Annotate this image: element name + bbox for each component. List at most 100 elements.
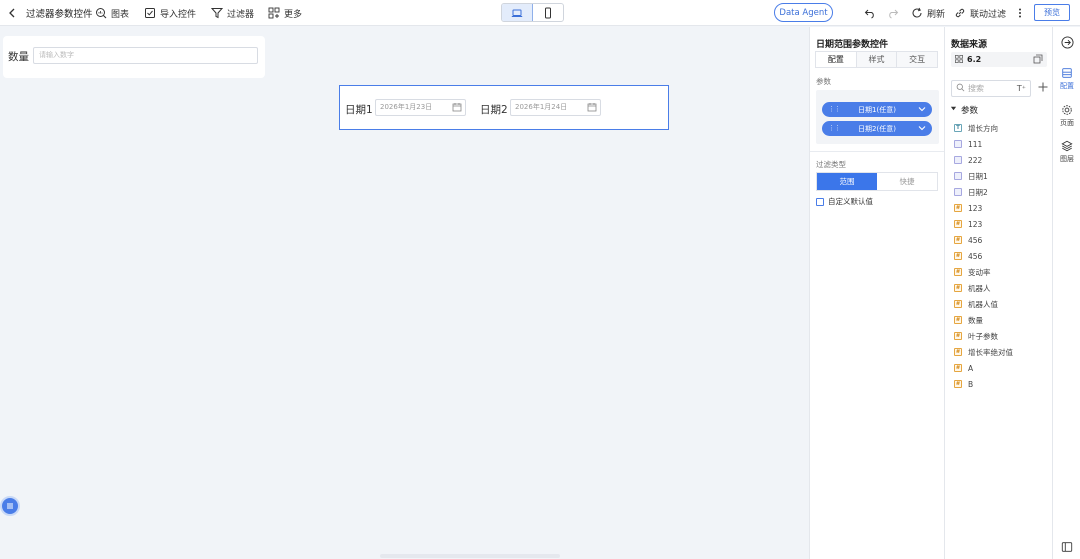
text-type-icon[interactable]: T⁺ xyxy=(1017,84,1026,93)
data-agent-button[interactable]: Data Agent xyxy=(774,3,833,22)
date2-picker[interactable]: 2026年1月24日 xyxy=(510,99,601,116)
gear-icon xyxy=(1062,105,1072,115)
field-item[interactable]: 日期2 xyxy=(954,186,988,198)
field-item[interactable]: #456 xyxy=(954,250,982,262)
back-button[interactable] xyxy=(6,0,18,26)
field-search-input[interactable]: 搜索 T⁺ xyxy=(951,80,1031,97)
refresh-button[interactable]: 刷新 xyxy=(911,0,945,26)
field-item-label: 数量 xyxy=(968,315,983,325)
field-item[interactable]: # 数量 xyxy=(954,314,983,326)
dataset-selector[interactable]: 6.2 xyxy=(951,52,1047,67)
desktop-view-button[interactable] xyxy=(502,4,533,21)
chart-button-label: 图表 xyxy=(111,9,130,20)
custom-default-row[interactable]: 自定义默认值 xyxy=(816,196,873,207)
date2-value: 2026年1月24日 xyxy=(515,103,568,111)
param-pill-label: 日期2(任意) xyxy=(858,124,896,133)
params-dropzone[interactable]: ⋮⋮ 日期1(任意) ⋮⋮ 日期2(任意) xyxy=(816,90,939,144)
laptop-icon xyxy=(511,7,523,19)
date-field-icon xyxy=(954,172,962,180)
date-field-icon xyxy=(954,156,962,164)
device-toggle xyxy=(501,3,564,22)
param-group-label: 参数 xyxy=(961,106,979,116)
chevron-down-icon[interactable] xyxy=(917,103,927,115)
calendar-icon xyxy=(452,102,462,112)
field-item[interactable]: #123 xyxy=(954,218,982,230)
filter-type-quick[interactable]: 快捷 xyxy=(877,173,937,190)
custom-default-checkbox[interactable] xyxy=(816,197,824,206)
field-item[interactable]: # 机器人 xyxy=(954,282,991,294)
canvas-scrollbar[interactable] xyxy=(380,554,560,558)
linked-filter-label: 联动过滤 xyxy=(970,9,1007,20)
redo-button[interactable] xyxy=(887,0,899,26)
number-field-icon: # xyxy=(954,380,962,388)
config-tabs: 配置 样式 交互 xyxy=(815,51,938,68)
field-item[interactable]: # 增长率绝对值 xyxy=(954,346,1013,358)
field-item-label: 123 xyxy=(968,219,983,229)
tab-style[interactable]: 样式 xyxy=(856,52,898,67)
field-item[interactable]: 111 xyxy=(954,138,982,150)
field-item-label: 叶子参数 xyxy=(968,331,998,341)
date-range-widget[interactable]: 日期1 2026年1月23日 日期2 2026年1月24日 xyxy=(339,85,669,130)
field-item[interactable]: # 机器人值 xyxy=(954,298,998,310)
sidebar-icon xyxy=(1061,542,1073,552)
collapse-panel-button[interactable] xyxy=(1053,36,1080,49)
linked-filter-button[interactable]: 联动过滤 xyxy=(954,0,1006,26)
field-item[interactable]: 222 xyxy=(954,154,982,166)
field-item-label: 增长方向 xyxy=(968,123,998,133)
field-item[interactable]: 日期1 xyxy=(954,170,988,182)
field-item[interactable]: #456 xyxy=(954,234,982,246)
date1-picker[interactable]: 2026年1月23日 xyxy=(375,99,466,116)
field-item[interactable]: #123 xyxy=(954,202,982,214)
redo-icon xyxy=(887,7,899,19)
param-pill-date2[interactable]: ⋮⋮ 日期2(任意) xyxy=(822,121,932,136)
number-field-icon: # xyxy=(954,316,962,324)
rail-config[interactable]: 配置 xyxy=(1053,67,1080,91)
field-item[interactable]: # B xyxy=(954,378,973,390)
rail-page[interactable]: 页面 xyxy=(1053,104,1080,128)
drag-handle-icon[interactable]: ⋮⋮ xyxy=(828,105,841,113)
import-widget-label: 导入控件 xyxy=(160,9,197,20)
link-icon xyxy=(954,7,966,19)
add-field-button[interactable] xyxy=(1037,81,1049,93)
kebab-menu-button[interactable] xyxy=(1014,0,1026,26)
quantity-filter-widget[interactable]: 数量 请输入数字 xyxy=(3,36,265,78)
switch-dataset-icon[interactable] xyxy=(1033,54,1043,64)
chevron-down-icon[interactable] xyxy=(917,122,927,134)
chart-button[interactable]: 图表 xyxy=(95,0,129,26)
drag-handle-icon[interactable]: ⋮⋮ xyxy=(828,124,841,132)
field-item[interactable]: # 叶子参数 xyxy=(954,330,998,342)
field-item-label: 456 xyxy=(968,235,983,245)
filter-type-label: 过滤类型 xyxy=(816,160,846,169)
param-group-header[interactable]: 参数 xyxy=(950,104,978,116)
quantity-input[interactable]: 请输入数字 xyxy=(33,47,258,64)
field-item-label: 222 xyxy=(968,155,983,165)
data-source-title: 数据来源 xyxy=(951,40,988,50)
mobile-view-button[interactable] xyxy=(533,4,563,21)
config-panel: 日期范围参数控件 配置 样式 交互 参数 ⋮⋮ 日期1(任意) ⋮⋮ 日期2(任… xyxy=(809,27,945,559)
chevron-left-icon xyxy=(6,7,18,19)
tab-interaction[interactable]: 交互 xyxy=(897,52,938,67)
field-item[interactable]: # A xyxy=(954,362,973,374)
import-widget-button[interactable]: 导入控件 xyxy=(144,0,196,26)
date1-value: 2026年1月23日 xyxy=(380,103,433,111)
field-item-label: 日期1 xyxy=(968,171,988,181)
dataset-name: 6.2 xyxy=(967,55,982,64)
more-button[interactable]: 更多 xyxy=(268,0,302,26)
quantity-label: 数量 xyxy=(8,51,29,63)
dataset-grid-icon xyxy=(955,54,967,65)
rail-page-label: 页面 xyxy=(1060,119,1074,127)
rail-layers-label: 图层 xyxy=(1060,155,1074,163)
field-item[interactable]: # 变动率 xyxy=(954,266,991,278)
sidebar-toggle-button[interactable] xyxy=(1053,541,1080,553)
filter-type-range[interactable]: 范围 xyxy=(817,173,877,190)
field-item[interactable]: T 增长方向 xyxy=(954,122,998,134)
rail-layers[interactable]: 图层 xyxy=(1053,140,1080,164)
undo-button[interactable] xyxy=(864,0,876,26)
filter-button[interactable]: 过滤器 xyxy=(211,0,254,26)
config-panel-icon xyxy=(1062,68,1072,78)
tab-config[interactable]: 配置 xyxy=(816,52,857,67)
preview-button[interactable]: 预览 xyxy=(1034,4,1070,21)
param-pill-date1[interactable]: ⋮⋮ 日期1(任意) xyxy=(822,102,932,117)
number-field-icon: # xyxy=(954,348,962,356)
outline-toggle-button[interactable] xyxy=(0,496,20,516)
